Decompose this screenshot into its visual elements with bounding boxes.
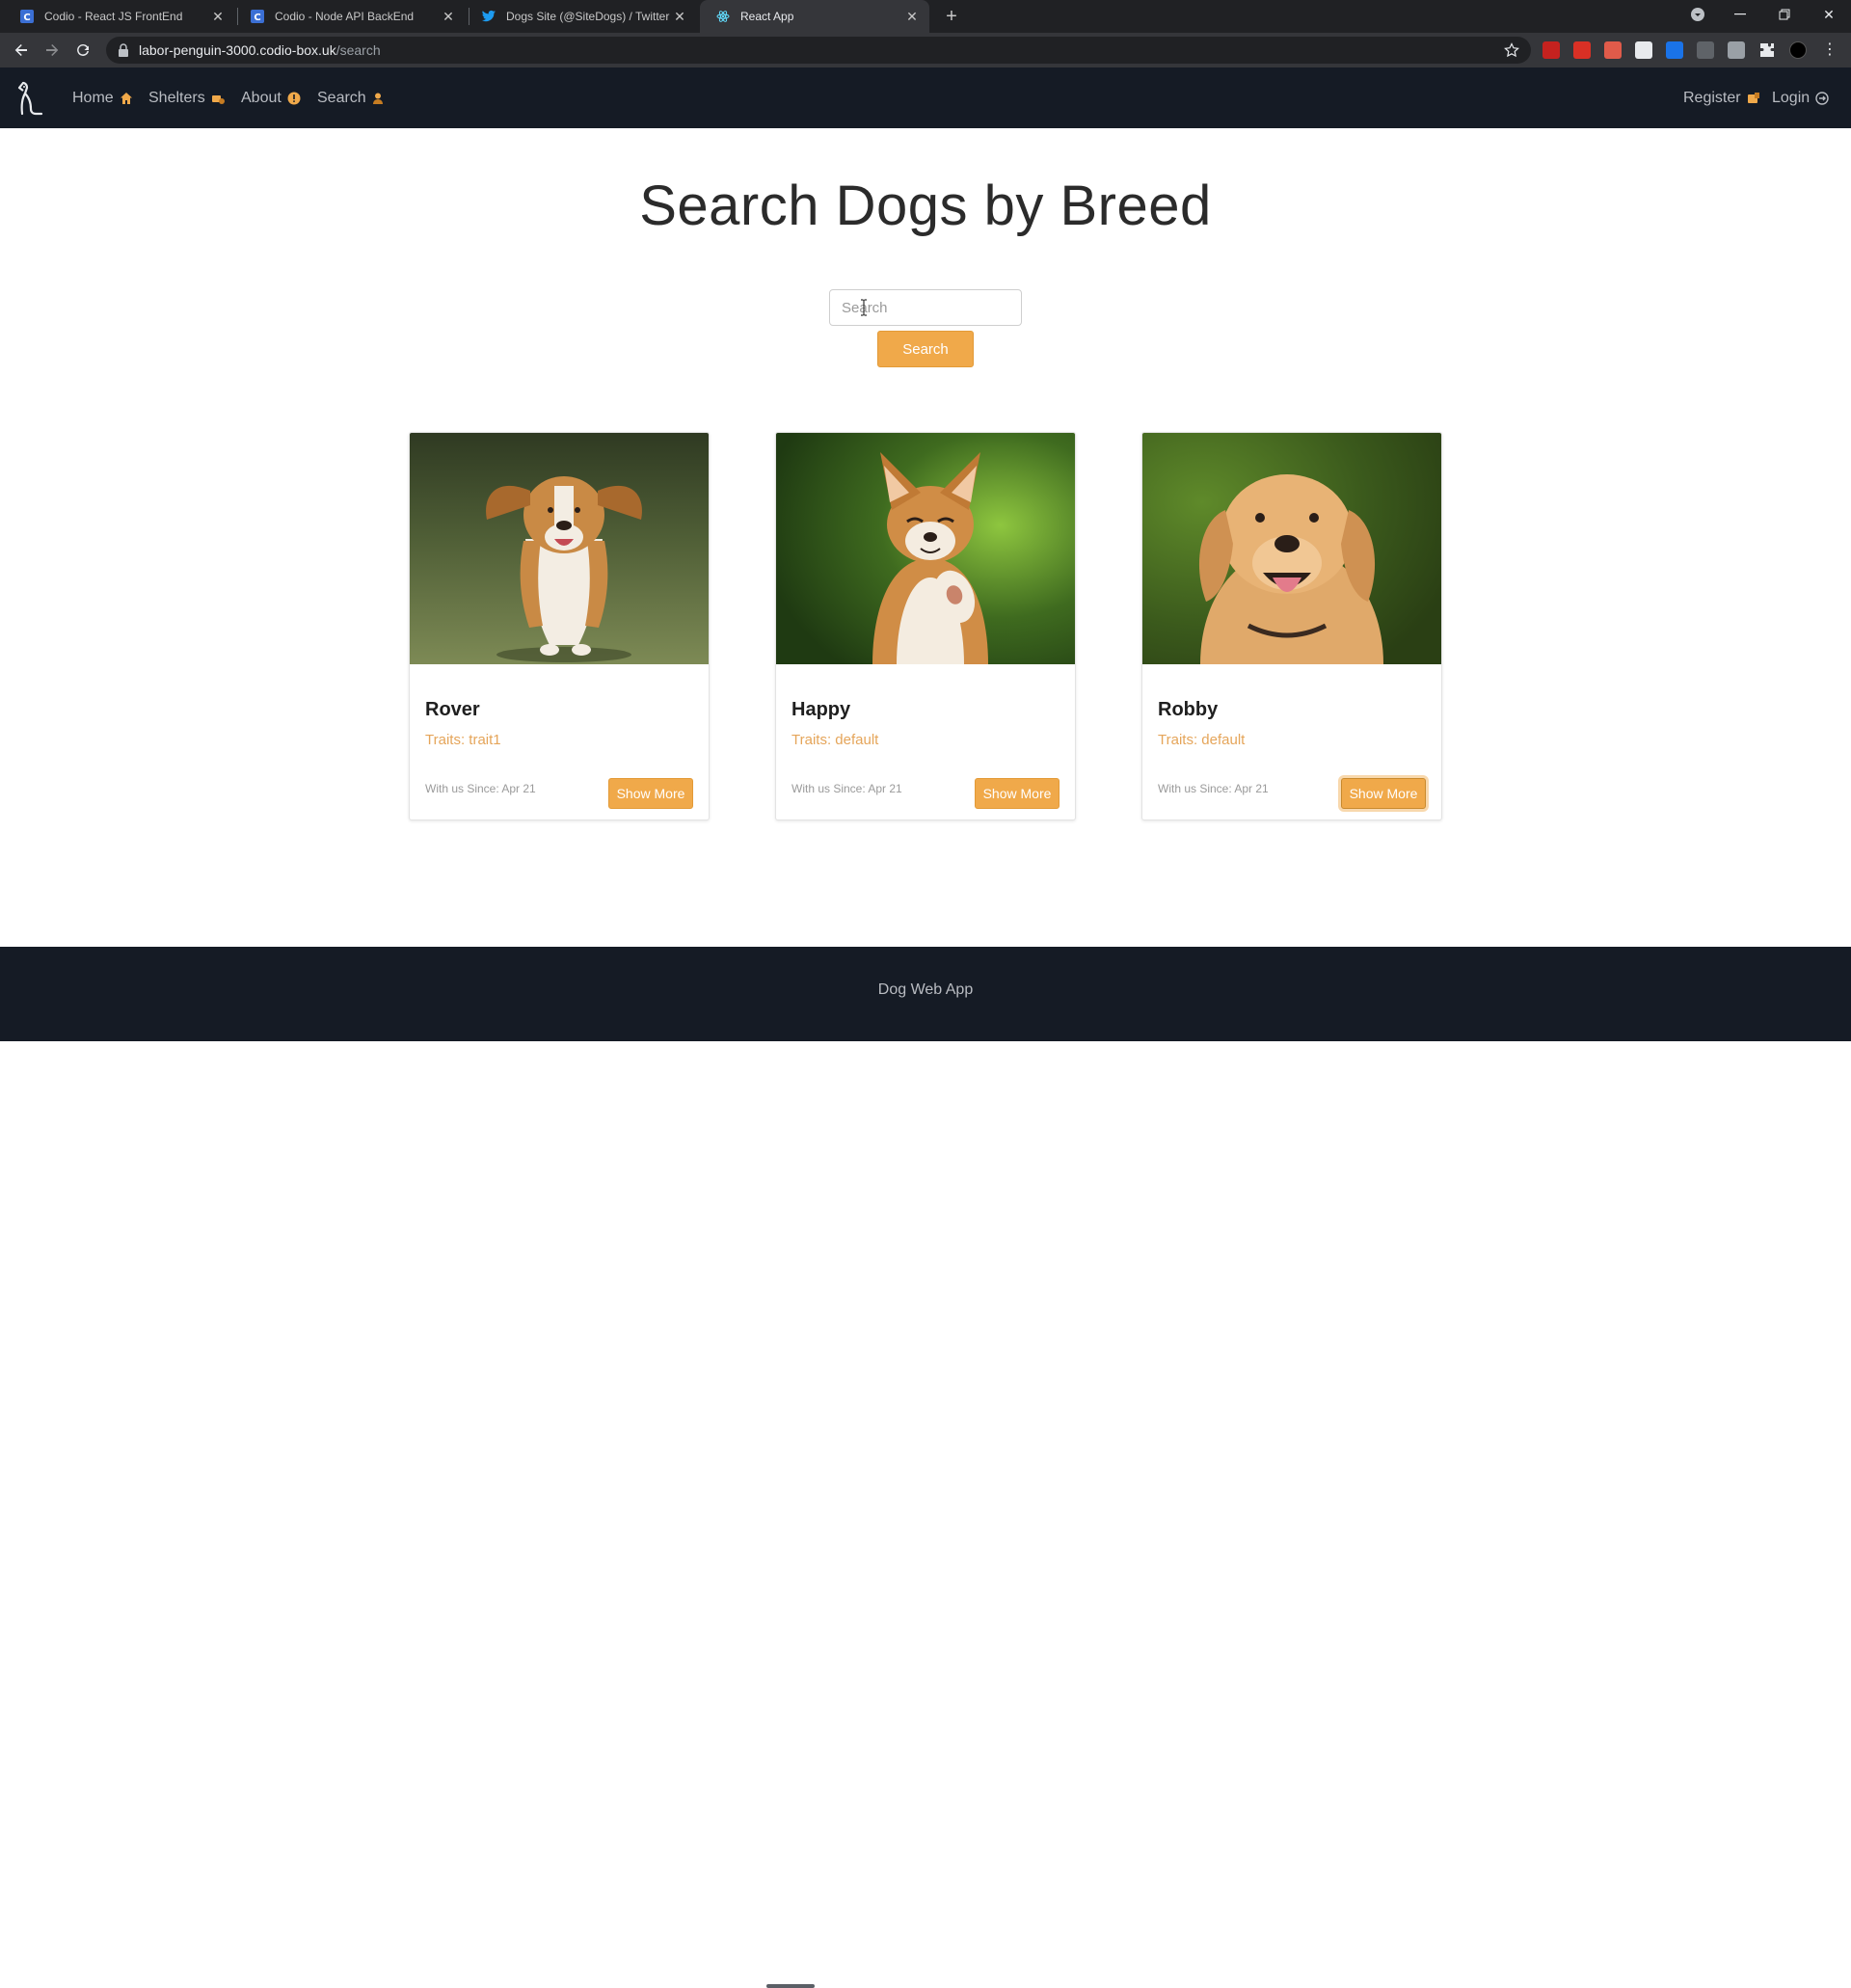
info-icon xyxy=(287,92,301,105)
lock-icon xyxy=(118,43,131,57)
nav-login[interactable]: Login xyxy=(1772,89,1829,108)
window-close-icon[interactable]: ✕ xyxy=(1807,0,1851,29)
browser-tab[interactable]: Dogs Site (@SiteDogs) / Twitter ✕ xyxy=(466,0,697,33)
dog-card: Robby Traits: default With us Since: Apr… xyxy=(1141,432,1442,820)
close-tab-icon[interactable]: ✕ xyxy=(672,9,687,24)
svg-text:C: C xyxy=(254,13,260,23)
address-bar[interactable]: labor-penguin-3000.codio-box.uk/search xyxy=(106,37,1531,64)
extension-icon[interactable] xyxy=(1573,41,1591,59)
url-host: labor-penguin-3000.codio-box.uk xyxy=(139,42,336,58)
browser-tab[interactable]: C Codio - Node API BackEnd ✕ xyxy=(234,0,466,33)
close-tab-icon[interactable]: ✕ xyxy=(904,9,920,24)
nav-home[interactable]: Home xyxy=(72,89,133,108)
dog-photo-robby[interactable] xyxy=(1142,433,1441,664)
restore-icon[interactable] xyxy=(1762,0,1807,29)
nav-register[interactable]: Register xyxy=(1683,89,1760,108)
bookmark-star-icon[interactable] xyxy=(1504,42,1519,58)
dog-since: With us Since: Apr 21 xyxy=(791,782,902,795)
browser-tab-active[interactable]: React App ✕ xyxy=(700,0,929,33)
extension-icon[interactable] xyxy=(1604,41,1622,59)
show-more-button[interactable]: Show More xyxy=(1341,778,1426,809)
reload-icon[interactable] xyxy=(71,39,94,62)
search-input[interactable] xyxy=(829,289,1022,326)
close-tab-icon[interactable]: ✕ xyxy=(210,9,226,24)
dog-photo-rover[interactable] xyxy=(410,433,709,664)
dog-card: Rover Traits: trait1 With us Since: Apr … xyxy=(409,432,710,820)
dog-traits: Traits: default xyxy=(1158,732,1246,748)
svg-text:C: C xyxy=(23,13,30,23)
dog-name: Robby xyxy=(1158,699,1219,720)
profile-avatar-icon[interactable] xyxy=(1789,41,1807,59)
register-icon xyxy=(1747,92,1760,105)
profile-dropdown-icon[interactable] xyxy=(1676,0,1720,29)
browser-tab-bar: C Codio - React JS FrontEnd ✕ C Codio - … xyxy=(0,0,1851,33)
nav-about[interactable]: About xyxy=(241,89,301,108)
close-tab-icon[interactable]: ✕ xyxy=(441,9,456,24)
footer: Dog Web App xyxy=(0,947,1851,1988)
login-icon xyxy=(1815,92,1829,105)
dog-since: With us Since: Apr 21 xyxy=(1158,782,1269,795)
dog-name: Happy xyxy=(791,699,851,720)
extension-icon[interactable] xyxy=(1697,41,1714,59)
extensions-puzzle-icon[interactable] xyxy=(1758,41,1776,59)
dog-since: With us Since: Apr 21 xyxy=(425,782,536,795)
dog-traits: Traits: default xyxy=(791,732,879,748)
browser-toolbar: labor-penguin-3000.codio-box.uk/search ⋮ xyxy=(0,33,1851,67)
back-icon[interactable] xyxy=(10,39,33,62)
dog-photo-happy[interactable] xyxy=(776,433,1075,664)
home-icon xyxy=(120,92,133,105)
ublock-extension-icon[interactable] xyxy=(1542,41,1560,59)
codio-icon: C xyxy=(250,9,265,24)
new-tab-plus-icon[interactable]: + xyxy=(941,6,962,27)
url-path: /search xyxy=(335,42,381,58)
shelter-icon xyxy=(211,92,225,105)
nav-shelters[interactable]: Shelters xyxy=(148,89,225,108)
dog-name: Rover xyxy=(425,699,480,720)
footer-text: Dog Web App xyxy=(877,981,974,998)
dog-traits: Traits: trait1 xyxy=(425,732,501,748)
text-cursor-icon xyxy=(860,299,868,316)
forward-icon[interactable] xyxy=(40,39,64,62)
user-search-icon xyxy=(372,92,386,105)
extension-icon[interactable] xyxy=(1666,41,1683,59)
twitter-icon xyxy=(481,9,496,24)
codio-icon: C xyxy=(19,9,35,24)
extension-icon[interactable] xyxy=(1635,41,1652,59)
more-menu-icon[interactable]: ⋮ xyxy=(1822,41,1838,59)
page-title: Search Dogs by Breed xyxy=(639,175,1212,237)
show-more-button[interactable]: Show More xyxy=(608,778,693,809)
dog-logo-icon[interactable] xyxy=(13,79,48,118)
browser-tab[interactable]: C Codio - React JS FrontEnd ✕ xyxy=(4,0,235,33)
show-more-button[interactable]: Show More xyxy=(975,778,1060,809)
minimize-icon[interactable] xyxy=(1718,0,1762,29)
extension-icon[interactable] xyxy=(1728,41,1745,59)
nav-search[interactable]: Search xyxy=(317,89,386,108)
search-button[interactable]: Search xyxy=(877,331,974,367)
app-navbar: Home Shelters About Search Register Logi… xyxy=(0,67,1851,128)
dog-card: Happy Traits: default With us Since: Apr… xyxy=(775,432,1076,820)
scrollbar-thumb[interactable] xyxy=(766,1984,815,1988)
react-icon xyxy=(715,9,731,24)
